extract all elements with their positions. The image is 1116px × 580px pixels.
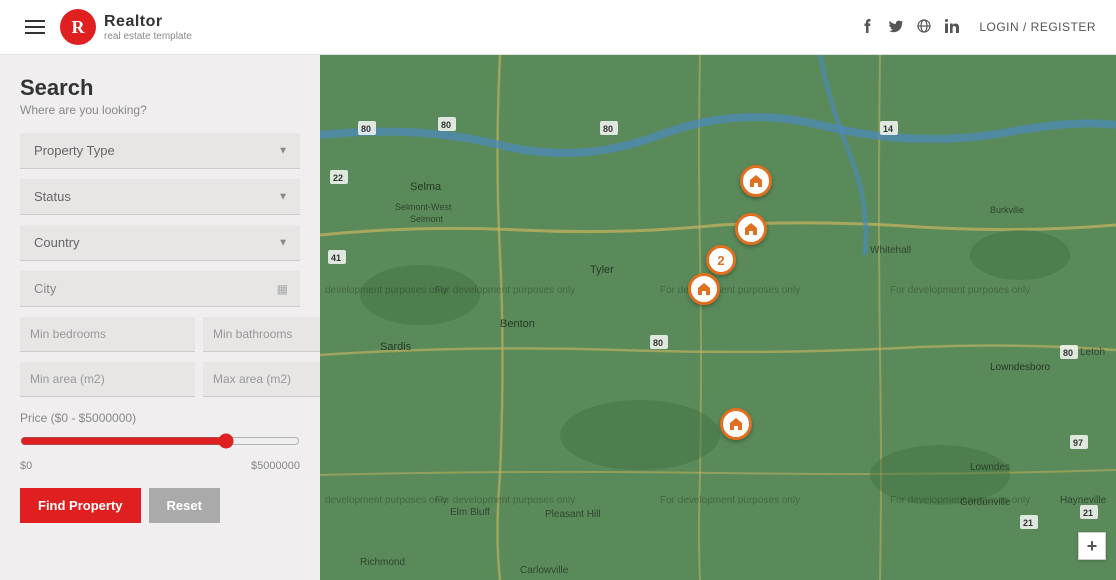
header: R Realtor real estate template LOGIN / R…: [0, 0, 1116, 55]
logo-name: Realtor: [104, 13, 192, 31]
svg-text:14: 14: [883, 124, 893, 134]
map-marker-4[interactable]: [720, 408, 752, 440]
twitter-icon[interactable]: [889, 19, 903, 36]
svg-text:Letoh: Letoh: [1080, 347, 1105, 358]
svg-text:80: 80: [1063, 348, 1073, 358]
svg-text:80: 80: [603, 124, 613, 134]
svg-text:80: 80: [653, 338, 663, 348]
svg-text:Pleasant Hill: Pleasant Hill: [545, 509, 601, 520]
search-title: Search: [20, 75, 300, 101]
linkedin-icon[interactable]: [945, 19, 959, 36]
zoom-plus-button[interactable]: +: [1078, 532, 1106, 560]
price-slider[interactable]: [20, 433, 300, 449]
svg-text:Gordonville: Gordonville: [960, 497, 1011, 508]
map-marker-2[interactable]: [735, 213, 767, 245]
svg-text:Sardis: Sardis: [380, 341, 412, 353]
svg-text:22: 22: [333, 173, 343, 183]
svg-text:80: 80: [361, 124, 371, 134]
globe-icon[interactable]: [917, 19, 931, 36]
svg-text:Elm Bluff: Elm Bluff: [450, 507, 490, 518]
main-content: Search Where are you looking? Property T…: [0, 55, 1116, 580]
min-bedrooms-input[interactable]: [20, 317, 195, 352]
reset-button[interactable]: Reset: [149, 488, 220, 523]
marker-house-icon-2: [735, 213, 767, 245]
svg-text:Lowndes: Lowndes: [970, 462, 1010, 473]
map-marker-1[interactable]: [740, 165, 772, 197]
button-row: Find Property Reset: [20, 488, 300, 523]
header-left: R Realtor real estate template: [20, 9, 192, 45]
price-label: Price ($0 - $5000000): [20, 411, 300, 425]
price-max-label: $5000000: [251, 460, 300, 472]
price-slider-container: [20, 433, 300, 454]
logo-subtitle: real estate template: [104, 31, 192, 42]
city-input-icon: ▦: [277, 282, 288, 296]
marker-house-icon-4: [720, 408, 752, 440]
search-subtitle: Where are you looking?: [20, 103, 300, 117]
login-register-link[interactable]: LOGIN / REGISTER: [979, 20, 1096, 34]
marker-house-icon-3: [688, 273, 720, 305]
price-min-label: $0: [20, 460, 32, 472]
property-type-dropdown[interactable]: Property Type ▼: [20, 133, 300, 169]
price-range-labels: $0 $5000000: [20, 460, 300, 472]
marker-house-icon-1: [740, 165, 772, 197]
property-type-select[interactable]: Property Type: [20, 133, 300, 168]
svg-text:Burkville: Burkville: [990, 205, 1024, 215]
svg-text:Tyler: Tyler: [590, 264, 614, 276]
svg-text:97: 97: [1073, 438, 1083, 448]
map-container: Selma Selmont-West Selmont Tyler Benton …: [320, 55, 1116, 580]
area-row: [20, 362, 300, 397]
max-area-input[interactable]: [203, 362, 320, 397]
svg-text:Richmond: Richmond: [360, 557, 405, 568]
city-input-wrapper: ▦: [20, 271, 300, 307]
social-icons: [861, 19, 959, 36]
logo-icon: R: [60, 9, 96, 45]
svg-text:Selmont-West: Selmont-West: [395, 202, 452, 212]
status-dropdown[interactable]: Status ▼: [20, 179, 300, 215]
bedrooms-bathrooms-row: [20, 317, 300, 352]
svg-text:Lowndesboro: Lowndesboro: [990, 362, 1050, 373]
svg-text:80: 80: [441, 120, 451, 130]
find-property-button[interactable]: Find Property: [20, 488, 141, 523]
svg-text:21: 21: [1023, 518, 1033, 528]
marker-cluster-count: 2: [706, 245, 736, 275]
map-marker-3[interactable]: [688, 273, 720, 305]
svg-text:21: 21: [1083, 508, 1093, 518]
logo-container: R Realtor real estate template: [60, 9, 192, 45]
svg-text:41: 41: [331, 253, 341, 263]
svg-text:Carlowville: Carlowville: [520, 565, 569, 576]
min-area-input[interactable]: [20, 362, 195, 397]
facebook-icon[interactable]: [861, 19, 875, 36]
svg-text:Selmont: Selmont: [410, 214, 444, 224]
status-select[interactable]: Status: [20, 179, 300, 214]
svg-text:Selma: Selma: [410, 181, 442, 193]
svg-text:Hayneville: Hayneville: [1060, 495, 1107, 506]
sidebar: Search Where are you looking? Property T…: [0, 55, 320, 580]
city-input[interactable]: [20, 271, 300, 306]
svg-text:Benton: Benton: [500, 318, 535, 330]
hamburger-menu[interactable]: [20, 15, 50, 39]
country-select[interactable]: Country: [20, 225, 300, 260]
country-dropdown[interactable]: Country ▼: [20, 225, 300, 261]
header-right: LOGIN / REGISTER: [861, 19, 1096, 36]
min-bathrooms-input[interactable]: [203, 317, 320, 352]
logo-text: Realtor real estate template: [104, 13, 192, 42]
svg-text:Whitehall: Whitehall: [870, 245, 911, 256]
map-background: Selma Selmont-West Selmont Tyler Benton …: [320, 55, 1116, 580]
